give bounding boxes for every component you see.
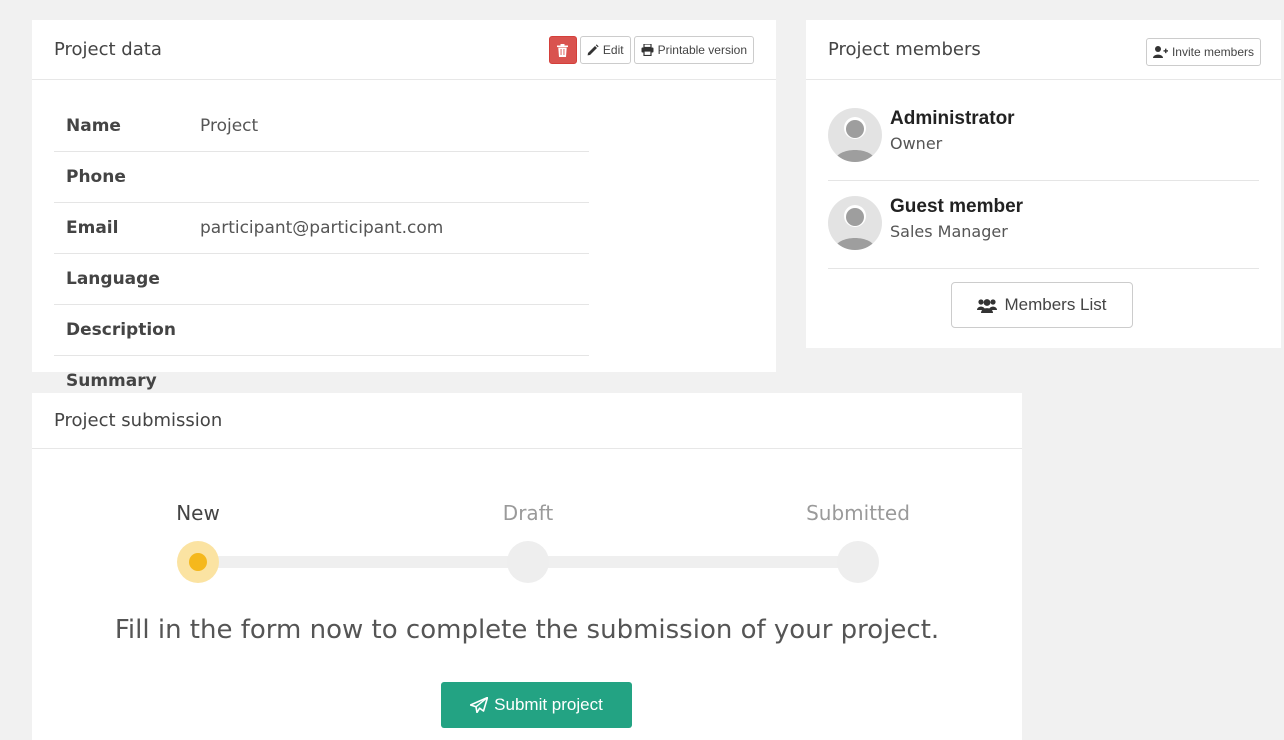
project-data-header: Project data Edit Printable version (32, 20, 776, 80)
panel-title: Project data (54, 39, 162, 60)
paper-plane-icon (470, 697, 489, 713)
table-row: Name Project (54, 101, 589, 152)
members-list-button[interactable]: Members List (951, 282, 1133, 328)
table-row: Description (54, 304, 589, 356)
project-fields-table: Name Project Phone Email participant@par… (54, 101, 589, 406)
field-value (188, 304, 589, 356)
edit-button[interactable]: Edit (579, 36, 631, 64)
field-label: Description (54, 304, 188, 356)
member-item[interactable]: Administrator Owner (828, 92, 1259, 181)
member-item[interactable]: Guest member Sales Manager (828, 180, 1259, 269)
member-name: Administrator (890, 108, 1015, 129)
trash-icon (557, 43, 569, 57)
step-dot-draft (507, 541, 549, 583)
project-members-panel: Project members Invite members Administr… (806, 20, 1281, 348)
field-value: Project (188, 101, 589, 152)
step-dot-submitted (837, 541, 879, 583)
submit-project-button[interactable]: Submit project (441, 682, 632, 728)
field-label: Name (54, 101, 188, 152)
printable-version-button[interactable]: Printable version (633, 36, 754, 64)
panel-title: Project submission (54, 410, 223, 431)
submit-project-label: Submit project (494, 695, 603, 714)
user-avatar-icon (828, 196, 882, 250)
field-value (188, 151, 589, 203)
project-members-header: Project members Invite members (806, 20, 1281, 80)
user-avatar-icon (828, 108, 882, 162)
field-label: Email (54, 202, 188, 254)
step-label-new: New (176, 501, 220, 525)
invite-members-button[interactable]: Invite members (1145, 38, 1261, 66)
step-dot-new (177, 541, 219, 583)
table-row: Email participant@participant.com (54, 202, 589, 254)
edit-label: Edit (602, 43, 624, 57)
pencil-icon (587, 44, 599, 56)
field-label: Phone (54, 151, 188, 203)
project-toolbar: Edit Printable version (548, 36, 754, 64)
member-role: Owner (890, 134, 943, 153)
printer-icon (641, 44, 654, 56)
printable-version-label: Printable version (657, 43, 747, 57)
field-value: participant@participant.com (188, 202, 589, 254)
field-label: Language (54, 253, 188, 305)
invite-members-label: Invite members (1171, 45, 1254, 59)
table-row: Language (54, 253, 589, 305)
step-label-draft: Draft (502, 501, 554, 525)
project-submission-panel: Project submission New Draft Submitted F… (32, 393, 1022, 740)
delete-button[interactable] (548, 36, 577, 64)
users-icon (977, 298, 998, 313)
member-role: Sales Manager (890, 222, 1008, 241)
field-value (188, 253, 589, 305)
project-data-panel: Project data Edit Printable version Name… (32, 20, 776, 391)
members-list-label: Members List (1004, 295, 1107, 314)
panel-title: Project members (828, 39, 981, 60)
step-label-submitted: Submitted (806, 501, 910, 525)
submission-message: Fill in the form now to complete the sub… (114, 615, 940, 645)
member-name: Guest member (890, 196, 1024, 217)
table-row: Phone (54, 151, 589, 203)
user-plus-icon (1152, 46, 1168, 58)
project-submission-header: Project submission (32, 393, 1022, 449)
